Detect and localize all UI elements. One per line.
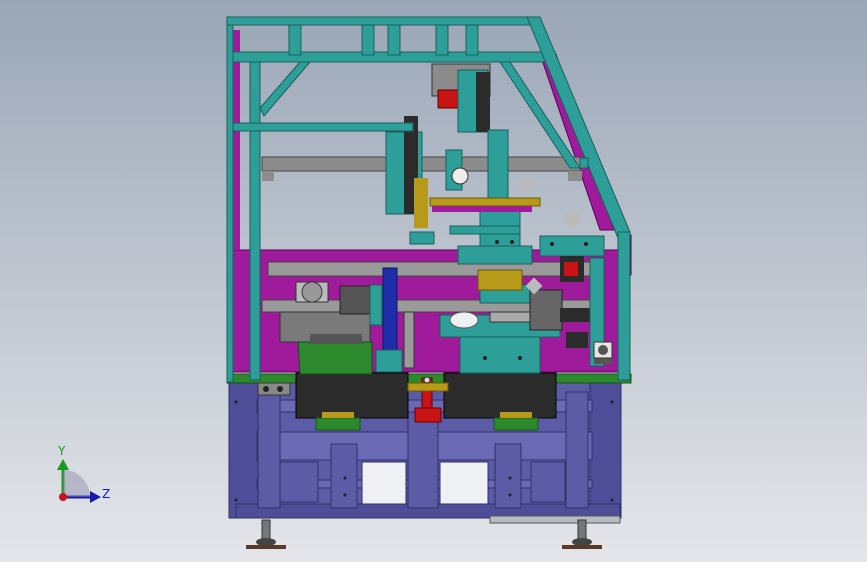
cad-graphics-viewport[interactable]: Y Z <box>0 0 867 562</box>
y-axis-label: Y <box>57 444 66 458</box>
black-block-left <box>295 372 409 419</box>
assembly-drawing: Y Z <box>0 0 867 562</box>
black-block-right <box>443 372 557 419</box>
z-axis-label: Z <box>102 487 110 501</box>
x-axis-dot-icon <box>59 493 67 501</box>
